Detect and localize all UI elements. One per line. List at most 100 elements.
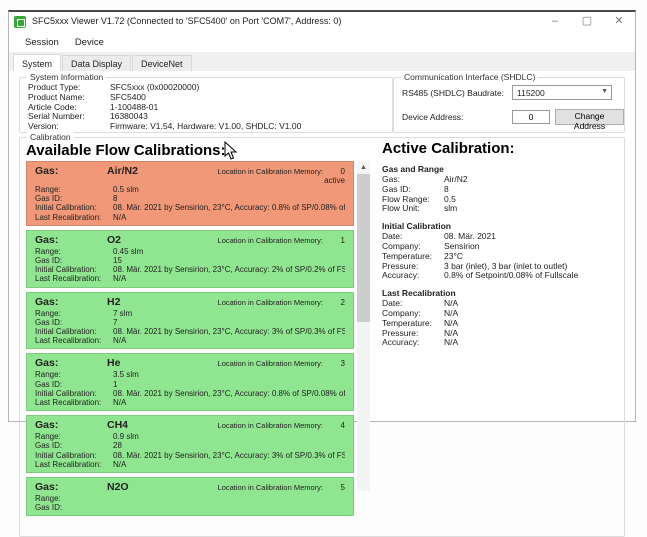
gas-label: Gas: — [35, 234, 107, 246]
gas-id-row: Gas ID: 15 — [35, 256, 345, 265]
range-value: 0.9 slm — [113, 432, 345, 441]
last-recalibration-label: Last Recalibration: — [35, 460, 113, 469]
initial-calibration-value: 08. Mär. 2021 by Sensirion, 23°C, Accura… — [113, 451, 345, 460]
gas-and-range-section: Gas and Range Gas: Air/N2 Gas ID: 8 Flow… — [382, 164, 622, 214]
close-button[interactable]: ✕ — [603, 12, 635, 32]
last-temperature-row: Temperature: N/A — [382, 319, 622, 329]
last-recalibration-row: Last Recalibration: N/A — [35, 274, 345, 283]
gas-id-row: Gas ID: 28 — [35, 441, 345, 450]
row-value: 0.8% of Setpoint/0.08% of Fullscale — [444, 271, 578, 281]
calibration-card-h2[interactable]: Gas: H2 Location in Calibration Memory: … — [26, 292, 354, 350]
menu-device[interactable]: Device — [67, 35, 112, 50]
range-row: Range: 0.9 slm — [35, 432, 345, 441]
version-row: Version: Firmware: V1.54, Hardware: V1.0… — [28, 122, 384, 132]
location-label: Location in Calibration Memory: — [218, 482, 323, 494]
gas-id-value: 15 — [113, 256, 345, 265]
initial-calibration-section: Initial Calibration Date: 08. Mär. 2021 … — [382, 221, 622, 281]
gas-id-label: Gas ID: — [35, 380, 113, 389]
gas-label: Gas: — [35, 419, 107, 431]
calibration-card-o2[interactable]: Gas: O2 Location in Calibration Memory: … — [26, 230, 354, 288]
location-value: 1 — [323, 235, 345, 247]
system-information-title: System Information — [27, 72, 106, 82]
product-name-row: Product Name: SFC5400 — [28, 93, 384, 103]
app-window: SFC5xxx Viewer V1.72 (Connected to 'SFC5… — [8, 10, 636, 422]
mouse-cursor-icon — [224, 141, 237, 160]
version-label: Version: — [28, 122, 110, 132]
section-title: Initial Calibration — [382, 221, 622, 231]
gas-row: Gas: H2 Location in Calibration Memory: … — [35, 296, 345, 309]
scrollbar-thumb[interactable] — [357, 174, 370, 322]
gas-label: Gas: — [35, 296, 107, 308]
location-label: Location in Calibration Memory: — [218, 297, 323, 309]
communication-interface-title: Communication Interface (SHDLC) — [401, 72, 538, 82]
tab-system[interactable]: System — [13, 54, 61, 72]
calibration-card-air-n2[interactable]: Gas: Air/N2 Location in Calibration Memo… — [26, 161, 354, 226]
gas-id-value: 7 — [113, 318, 345, 327]
last-recalibration-value: N/A — [113, 213, 345, 222]
row-value: slm — [444, 204, 457, 214]
initial-calibration-value: 08. Mär. 2021 by Sensirion, 23°C, Accura… — [113, 203, 345, 212]
location-label: Location in Calibration Memory: — [218, 420, 323, 432]
gas-row: Gas: CH4 Location in Calibration Memory:… — [35, 419, 345, 432]
row-label: Flow Unit: — [382, 204, 444, 214]
initial-calibration-row: Initial Calibration: 08. Mär. 2021 by Se… — [35, 265, 345, 274]
last-recalibration-label: Last Recalibration: — [35, 213, 113, 222]
range-label: Range: — [35, 309, 113, 318]
title-bar: SFC5xxx Viewer V1.72 (Connected to 'SFC5… — [9, 12, 635, 32]
communication-interface-group: Communication Interface (SHDLC) RS485 (S… — [393, 77, 625, 133]
minimize-button[interactable]: – — [539, 12, 571, 32]
gas-value: H2 — [107, 296, 218, 308]
location-label: Location in Calibration Memory: — [218, 166, 323, 178]
tab-data-display[interactable]: Data Display — [62, 55, 131, 71]
gas-value: Air/N2 — [107, 165, 218, 177]
last-recalibration-row: Last Recalibration: N/A — [35, 213, 345, 222]
gas-id-label: Gas ID: — [35, 256, 113, 265]
calibration-card-n2o[interactable]: Gas: N2O Location in Calibration Memory:… — [26, 477, 354, 516]
device-address-input[interactable] — [512, 110, 550, 124]
last-recalibration-label: Last Recalibration: — [35, 398, 113, 407]
device-address-row: Device Address: Change Address — [394, 109, 624, 125]
calibration-card-he[interactable]: Gas: He Location in Calibration Memory: … — [26, 353, 354, 411]
scroll-up-icon[interactable]: ▲ — [357, 161, 370, 174]
active-calibration-heading: Active Calibration: — [382, 140, 622, 157]
version-value: Firmware: V1.54, Hardware: V1.00, SHDLC:… — [110, 122, 301, 132]
gas-value: CH4 — [107, 419, 218, 431]
range-label: Range: — [35, 432, 113, 441]
initial-calibration-label: Initial Calibration: — [35, 265, 113, 274]
initial-calibration-label: Initial Calibration: — [35, 203, 113, 212]
calibration-list-scrollbar[interactable]: ▲ — [357, 161, 370, 491]
system-tab-content: System Information Product Type: SFC5xxx… — [9, 71, 635, 421]
location-value: 3 — [323, 358, 345, 370]
range-row: Range: 0.5 slm — [35, 185, 345, 194]
gas-value: N2O — [107, 481, 218, 493]
initial-calibration-value: 08. Mär. 2021 by Sensirion, 23°C, Accura… — [113, 327, 345, 336]
gas-row: Gas: Air/N2 Location in Calibration Memo… — [35, 165, 345, 178]
tab-devicenet[interactable]: DeviceNet — [132, 55, 192, 71]
location-value: 4 — [323, 420, 345, 432]
range-value — [113, 494, 345, 503]
menu-session[interactable]: Session — [17, 35, 67, 50]
range-value: 0.5 slm — [113, 185, 345, 194]
change-address-button[interactable]: Change Address — [555, 109, 624, 125]
last-accuracy-row: Accuracy: N/A — [382, 338, 622, 348]
last-recalibration-row: Last Recalibration: N/A — [35, 460, 345, 469]
gas-id-label: Gas ID: — [35, 318, 113, 327]
section-title: Gas and Range — [382, 164, 622, 174]
maximize-button[interactable]: ▢ — [571, 12, 603, 32]
baudrate-select[interactable]: 115200 ▼ — [512, 85, 612, 100]
initial-calibration-row: Initial Calibration: 08. Mär. 2021 by Se… — [35, 327, 345, 336]
calibration-card-ch4[interactable]: Gas: CH4 Location in Calibration Memory:… — [26, 415, 354, 473]
gas-row: Gas: O2 Location in Calibration Memory: … — [35, 234, 345, 247]
tab-strip: System Data Display DeviceNet — [9, 52, 635, 72]
active-calibration-panel: Active Calibration: Gas and Range Gas: A… — [382, 140, 622, 348]
location-value: 2 — [323, 297, 345, 309]
device-address-label: Device Address: — [402, 112, 512, 122]
location-label: Location in Calibration Memory: — [218, 358, 323, 370]
row-value: N/A — [444, 338, 458, 348]
active-badge: active — [35, 177, 345, 185]
range-row: Range: 7 slm — [35, 309, 345, 318]
system-information-rows: Product Type: SFC5xxx (0x00020000) Produ… — [20, 78, 392, 132]
system-information-group: System Information Product Type: SFC5xxx… — [19, 77, 393, 133]
last-recalibration-row: Last Recalibration: N/A — [35, 336, 345, 345]
chevron-down-icon: ▼ — [601, 88, 608, 95]
